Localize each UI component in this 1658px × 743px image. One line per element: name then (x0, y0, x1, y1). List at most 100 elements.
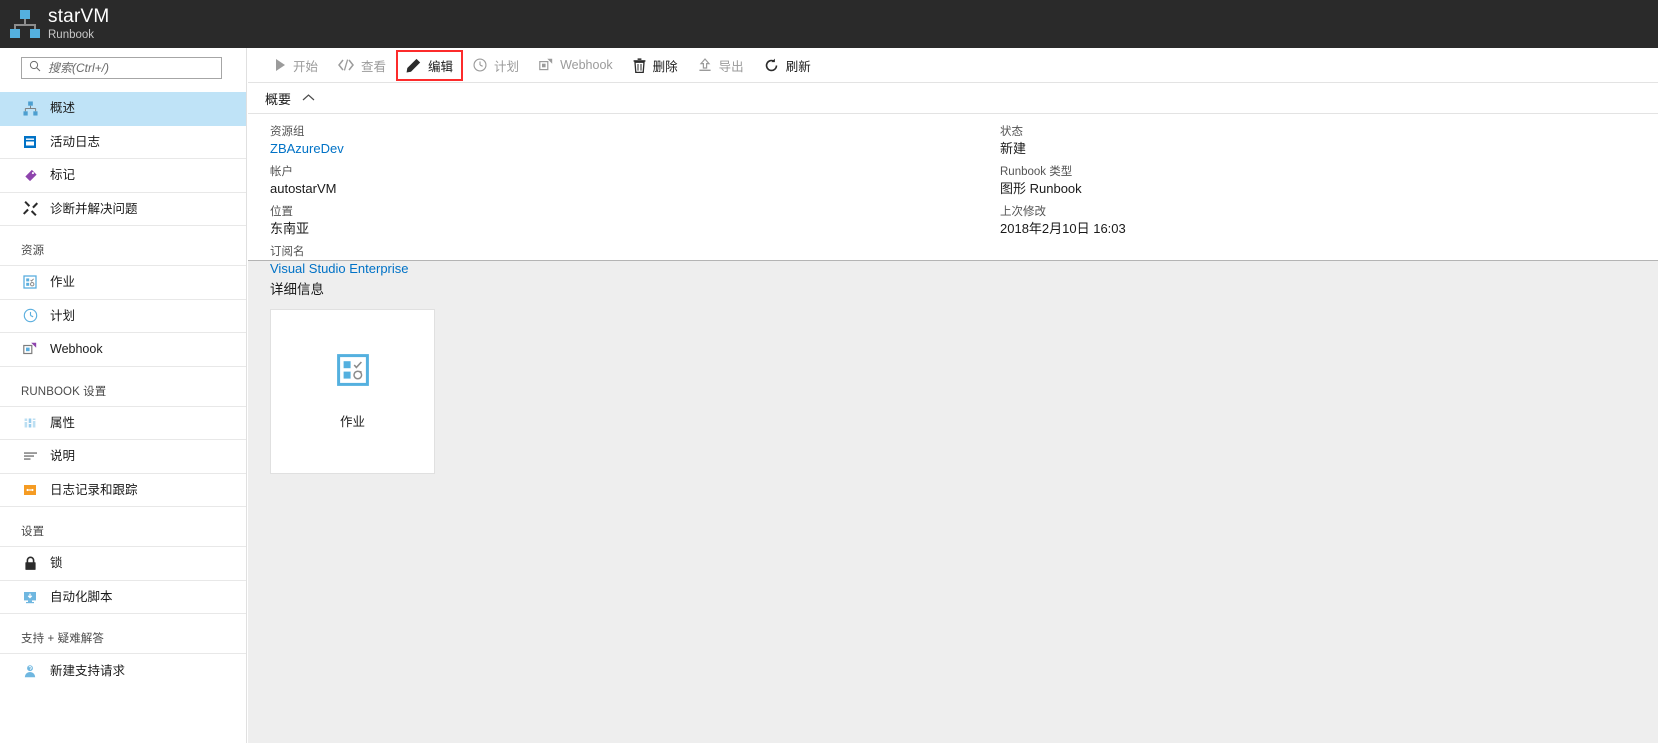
wrench-icon (21, 200, 39, 218)
export-icon (698, 58, 712, 72)
field-value: 新建 (1000, 141, 1027, 156)
toolbar-button-view[interactable]: 查看 (328, 48, 396, 83)
toolbar-button-label: 查看 (361, 59, 387, 74)
app-title: starVM (48, 6, 110, 27)
details-title: 详细信息 (270, 282, 324, 297)
field-key: 订阅名 (270, 246, 305, 258)
overview-section-label: 概要 (265, 91, 292, 107)
sidebar-group-title-runbook-settings: RUNBOOK 设置 (0, 367, 246, 407)
sidebar-item-label: 诊断并解决问题 (50, 201, 138, 216)
field-key: 资源组 (270, 126, 305, 138)
tag-icon (21, 166, 39, 184)
sidebar-item-label: 新建支持请求 (50, 663, 126, 678)
field-value-link[interactable]: ZBAzureDev (270, 140, 409, 158)
webhook-icon (539, 58, 553, 72)
field-value: autostarVM (270, 181, 337, 196)
toolbar-button-label: Webhook (560, 58, 613, 72)
toolbar-button-edit[interactable]: 编辑 (396, 48, 464, 83)
field-key: 上次修改 (1000, 206, 1046, 218)
sidebar-item-tags[interactable]: 标记 (0, 159, 246, 193)
sidebar-item-properties[interactable]: 属性 (0, 406, 246, 440)
sidebar-item-label: 锁 (50, 556, 63, 571)
overview-field-runbook-type: Runbook 类型 图形 Runbook (1000, 165, 1126, 198)
toolbar-button-refresh[interactable]: 刷新 (754, 48, 821, 83)
jobs-tile-icon (336, 353, 369, 391)
overview-field-location: 位置 东南亚 (270, 205, 409, 238)
sidebar-item-jobs[interactable]: 作业 (0, 266, 246, 300)
support-request-icon (21, 662, 39, 680)
sidebar-item-activity-log[interactable]: 活动日志 (0, 125, 246, 159)
lock-icon (21, 554, 39, 572)
sidebar-group-title-resources: 资源 (0, 226, 246, 266)
field-key: 状态 (1000, 126, 1023, 138)
toolbar-button-label: 删除 (652, 59, 678, 74)
refresh-icon (764, 58, 779, 73)
webhook-icon (21, 340, 39, 358)
sidebar-item-webhook[interactable]: Webhook (0, 333, 246, 367)
play-icon (275, 59, 286, 71)
overview-field-subscription: 订阅名 Visual Studio Enterprise (270, 245, 409, 278)
sidebar-item-label: 活动日志 (50, 134, 101, 149)
sidebar-item-new-support-request[interactable]: 新建支持请求 (0, 654, 246, 688)
app-subtitle: Runbook (48, 29, 95, 41)
field-key: Runbook 类型 (1000, 166, 1073, 178)
main-content: 开始 查看 编辑 计划 Webhook 删除 导出 刷新 概要 资源组 ZBAz… (248, 48, 1658, 743)
sidebar-item-overview[interactable]: 概述 (0, 92, 246, 126)
sidebar-item-label: 自动化脚本 (50, 589, 113, 604)
sidebar-item-logging-tracing[interactable]: 日志记录和跟踪 (0, 473, 246, 507)
overview-panel: 资源组 ZBAzureDev 帐户 autostarVM 位置 东南亚 订阅名 … (248, 114, 1658, 276)
toolbar-button-start[interactable]: 开始 (265, 48, 328, 83)
sidebar-group-title-settings: 设置 (0, 507, 246, 547)
sidebar-item-label: 计划 (50, 308, 76, 323)
toolbar-button-label: 编辑 (428, 59, 454, 74)
sidebar-item-description[interactable]: 说明 (0, 440, 246, 474)
overview-column-right: 状态 新建 Runbook 类型 图形 Runbook 上次修改 2018年2月… (1000, 125, 1126, 245)
details-section: 详细信息 作业 (248, 261, 1658, 743)
toolbar-button-export[interactable]: 导出 (688, 48, 754, 83)
toolbar-button-webhook[interactable]: Webhook (529, 48, 623, 83)
toolbar-button-label: 导出 (718, 59, 744, 74)
sidebar-item-schedules[interactable]: 计划 (0, 299, 246, 333)
sidebar-item-label: 概述 (50, 101, 76, 116)
sidebar-item-label: 作业 (50, 275, 76, 290)
trash-icon (633, 57, 646, 73)
runbook-hierarchy-icon (10, 9, 40, 39)
sidebar-item-diagnose[interactable]: 诊断并解决问题 (0, 192, 246, 226)
search-input[interactable] (48, 61, 198, 75)
sidebar-search-wrapper (0, 48, 246, 87)
field-value: 东南亚 (270, 221, 310, 236)
clock-icon (21, 307, 39, 325)
sidebar-nav: 概述 活动日志 标记 诊断并解决问题 资源 作业 计划 Webhook RUNB… (0, 92, 246, 688)
field-value: 图形 Runbook (1000, 181, 1082, 196)
automation-script-icon (21, 588, 39, 606)
details-tile-jobs[interactable]: 作业 (270, 309, 435, 474)
jobs-icon (21, 273, 39, 291)
sidebar-group-title-support: 支持 + 疑难解答 (0, 614, 246, 654)
sidebar-item-label: Webhook (50, 342, 103, 357)
sidebar-item-locks[interactable]: 锁 (0, 547, 246, 581)
logging-tracing-icon (21, 481, 39, 499)
sidebar-item-automation-script[interactable]: 自动化脚本 (0, 580, 246, 614)
chevron-up-icon[interactable] (302, 89, 315, 107)
sidebar: 概述 活动日志 标记 (0, 48, 247, 743)
overview-field-resource-group: 资源组 ZBAzureDev (270, 125, 409, 158)
toolbar-button-schedule[interactable]: 计划 (463, 48, 529, 83)
overview-hierarchy-icon (21, 99, 39, 117)
properties-bars-icon (21, 414, 39, 432)
search-icon (29, 59, 41, 77)
description-lines-icon (21, 447, 39, 465)
search-box[interactable] (21, 57, 222, 79)
overview-field-status: 状态 新建 (1000, 125, 1126, 158)
command-toolbar: 开始 查看 编辑 计划 Webhook 删除 导出 刷新 (248, 48, 1658, 83)
pencil-icon (406, 58, 421, 73)
app-header: starVM Runbook (0, 0, 1658, 48)
field-value-link[interactable]: Visual Studio Enterprise (270, 260, 409, 278)
field-value: 2018年2月10日 16:03 (1000, 221, 1126, 236)
details-tile-label: 作业 (339, 414, 365, 429)
toolbar-button-label: 计划 (494, 59, 520, 74)
field-key: 位置 (270, 206, 293, 218)
activity-log-icon (21, 133, 39, 151)
sidebar-item-label: 说明 (50, 449, 76, 464)
toolbar-button-delete[interactable]: 删除 (623, 48, 688, 83)
overview-section-header[interactable]: 概要 (248, 83, 1658, 114)
